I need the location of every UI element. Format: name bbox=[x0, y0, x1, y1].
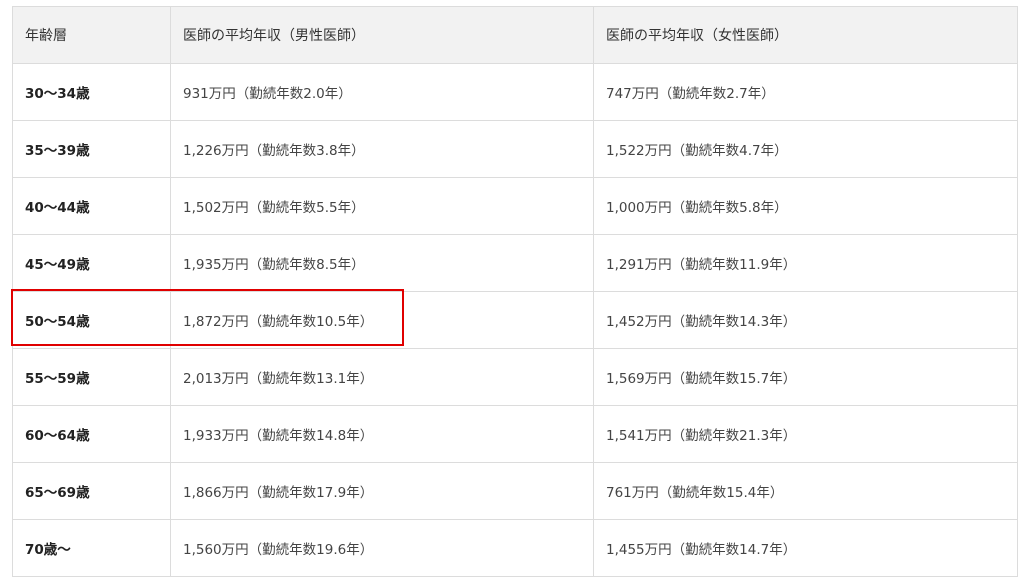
cell-age: 65〜69歳 bbox=[12, 462, 171, 520]
table-header-row: 年齢層 医師の平均年収（男性医師） 医師の平均年収（女性医師） bbox=[12, 6, 1018, 64]
header-male-salary: 医師の平均年収（男性医師） bbox=[170, 6, 594, 64]
cell-male-salary: 1,933万円（勤続年数14.8年） bbox=[170, 405, 594, 463]
table-row: 45〜49歳 1,935万円（勤続年数8.5年） 1,291万円（勤続年数11.… bbox=[12, 234, 1018, 292]
cell-age: 45〜49歳 bbox=[12, 234, 171, 292]
cell-age: 55〜59歳 bbox=[12, 348, 171, 406]
cell-male-salary: 1,502万円（勤続年数5.5年） bbox=[170, 177, 594, 235]
cell-age: 70歳〜 bbox=[12, 519, 171, 577]
cell-age: 30〜34歳 bbox=[12, 63, 171, 121]
table-row-highlighted: 50〜54歳 1,872万円（勤続年数10.5年） 1,452万円（勤続年数14… bbox=[12, 291, 1018, 349]
cell-male-salary: 931万円（勤続年数2.0年） bbox=[170, 63, 594, 121]
cell-female-salary: 1,569万円（勤続年数15.7年） bbox=[593, 348, 1018, 406]
table-row: 55〜59歳 2,013万円（勤続年数13.1年） 1,569万円（勤続年数15… bbox=[12, 348, 1018, 406]
table-row: 70歳〜 1,560万円（勤続年数19.6年） 1,455万円（勤続年数14.7… bbox=[12, 519, 1018, 577]
cell-age: 40〜44歳 bbox=[12, 177, 171, 235]
cell-female-salary: 1,455万円（勤続年数14.7年） bbox=[593, 519, 1018, 577]
cell-male-salary: 1,866万円（勤続年数17.9年） bbox=[170, 462, 594, 520]
header-age: 年齢層 bbox=[12, 6, 171, 64]
cell-female-salary: 1,291万円（勤続年数11.9年） bbox=[593, 234, 1018, 292]
cell-male-salary: 2,013万円（勤続年数13.1年） bbox=[170, 348, 594, 406]
cell-age: 35〜39歳 bbox=[12, 120, 171, 178]
cell-male-salary: 1,935万円（勤続年数8.5年） bbox=[170, 234, 594, 292]
table-row: 35〜39歳 1,226万円（勤続年数3.8年） 1,522万円（勤続年数4.7… bbox=[12, 120, 1018, 178]
cell-male-salary: 1,872万円（勤続年数10.5年） bbox=[170, 291, 594, 349]
cell-age: 50〜54歳 bbox=[12, 291, 171, 349]
table-row: 30〜34歳 931万円（勤続年数2.0年） 747万円（勤続年数2.7年） bbox=[12, 63, 1018, 121]
cell-female-salary: 1,522万円（勤続年数4.7年） bbox=[593, 120, 1018, 178]
table-row: 60〜64歳 1,933万円（勤続年数14.8年） 1,541万円（勤続年数21… bbox=[12, 405, 1018, 463]
cell-female-salary: 1,452万円（勤続年数14.3年） bbox=[593, 291, 1018, 349]
salary-table-container: 年齢層 医師の平均年収（男性医師） 医師の平均年収（女性医師） 30〜34歳 9… bbox=[12, 6, 1018, 577]
cell-female-salary: 1,541万円（勤続年数21.3年） bbox=[593, 405, 1018, 463]
cell-female-salary: 761万円（勤続年数15.4年） bbox=[593, 462, 1018, 520]
cell-female-salary: 1,000万円（勤続年数5.8年） bbox=[593, 177, 1018, 235]
cell-age: 60〜64歳 bbox=[12, 405, 171, 463]
table-row: 65〜69歳 1,866万円（勤続年数17.9年） 761万円（勤続年数15.4… bbox=[12, 462, 1018, 520]
cell-female-salary: 747万円（勤続年数2.7年） bbox=[593, 63, 1018, 121]
header-female-salary: 医師の平均年収（女性医師） bbox=[593, 6, 1018, 64]
cell-male-salary: 1,226万円（勤続年数3.8年） bbox=[170, 120, 594, 178]
doctor-salary-table: 年齢層 医師の平均年収（男性医師） 医師の平均年収（女性医師） 30〜34歳 9… bbox=[12, 6, 1018, 577]
cell-male-salary: 1,560万円（勤続年数19.6年） bbox=[170, 519, 594, 577]
table-row: 40〜44歳 1,502万円（勤続年数5.5年） 1,000万円（勤続年数5.8… bbox=[12, 177, 1018, 235]
